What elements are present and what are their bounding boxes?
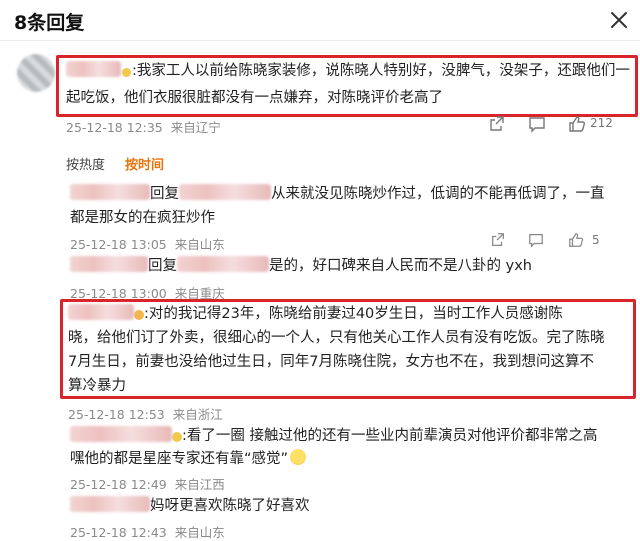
dialog-header: 8条回复	[0, 0, 640, 41]
main-comment-line1: :我家工人以前给陈晓家装修，说陈晓人特别好，没脾气，没架子，还跟他们一	[66, 60, 630, 82]
avatar[interactable]	[17, 54, 55, 92]
comment-icon[interactable]	[528, 232, 544, 248]
badge-icon	[122, 68, 131, 77]
reply-4-line1: :看了一圈 接触过他的还有一些业内前辈演员对他评价都非常之高	[70, 425, 598, 447]
reply-1-line2: 都是那女的在疯狂炒作	[70, 210, 215, 226]
username[interactable]	[70, 426, 172, 442]
reply-3-line2: 晓，给他们订了外卖，很细心的一个人，只有他关心工作人员有没有吃饭。完了陈晓	[68, 330, 605, 346]
location: 来自辽宁	[170, 120, 221, 135]
dialog-title: 8条回复	[14, 12, 85, 34]
username[interactable]	[70, 184, 150, 200]
reply-1-line1: 回复 从来就没见陈晓炒作过，低调的不能再低调了，一直	[70, 183, 605, 205]
username[interactable]	[70, 496, 150, 512]
reply-target[interactable]	[177, 256, 269, 272]
like-icon[interactable]	[568, 115, 586, 133]
like-count: 5	[592, 233, 600, 247]
username[interactable]	[70, 256, 148, 272]
reply-3-meta: 25-12-18 12:53 来自浙江	[68, 407, 223, 422]
reply-3-line1: :对的我记得23年，陈晓给前妻过40岁生日，当时工作人员感谢陈	[68, 303, 563, 325]
main-comment-meta: 25-12-18 12:35 来自辽宁	[66, 117, 221, 136]
reply-target[interactable]	[179, 184, 271, 200]
reply-5-meta: 25-12-18 12:43 来自山东	[70, 525, 225, 540]
reply-2-line1: 回复 是的，好口碑来自人民而不是八卦的 yxh	[70, 255, 532, 277]
like-count: 212	[590, 116, 613, 130]
comment-icon[interactable]	[528, 115, 546, 133]
like-icon[interactable]	[568, 232, 584, 248]
reply-4-line2: 嘿他的都是星座专家还有靠“感觉”	[70, 448, 307, 470]
reply-3-line4: 算冷暴力	[68, 378, 126, 394]
reply-1-actions: 5	[490, 232, 630, 252]
main-comment-actions: 212	[488, 115, 638, 135]
share-icon[interactable]	[490, 232, 506, 248]
reply-5-line1: 妈呀更喜欢陈晓了好喜欢	[70, 495, 310, 517]
tab-sort-hot[interactable]: 按热度	[66, 154, 105, 173]
share-icon[interactable]	[488, 115, 506, 133]
timestamp: 25-12-18 12:35	[66, 120, 163, 135]
reply-3-line3: 7月生日，前妻也没给他过生日，同年7月陈晓住院，女方也不在，我到想问这算不	[68, 354, 594, 370]
reply-4-meta: 25-12-18 12:49 来自江西	[70, 477, 225, 492]
main-comment-line2: 起吃饭，他们衣服很脏都没有一点嫌弃，对陈晓评价老高了	[66, 90, 443, 106]
username[interactable]	[68, 304, 134, 320]
crown-icon	[134, 310, 144, 320]
reply-1-meta: 25-12-18 13:05 来自山东	[70, 237, 225, 252]
laugh-emoji-icon	[290, 449, 307, 465]
username[interactable]	[66, 61, 121, 77]
tab-sort-time[interactable]: 按时间	[125, 154, 164, 173]
verified-icon	[172, 432, 182, 442]
close-icon[interactable]	[606, 7, 632, 33]
